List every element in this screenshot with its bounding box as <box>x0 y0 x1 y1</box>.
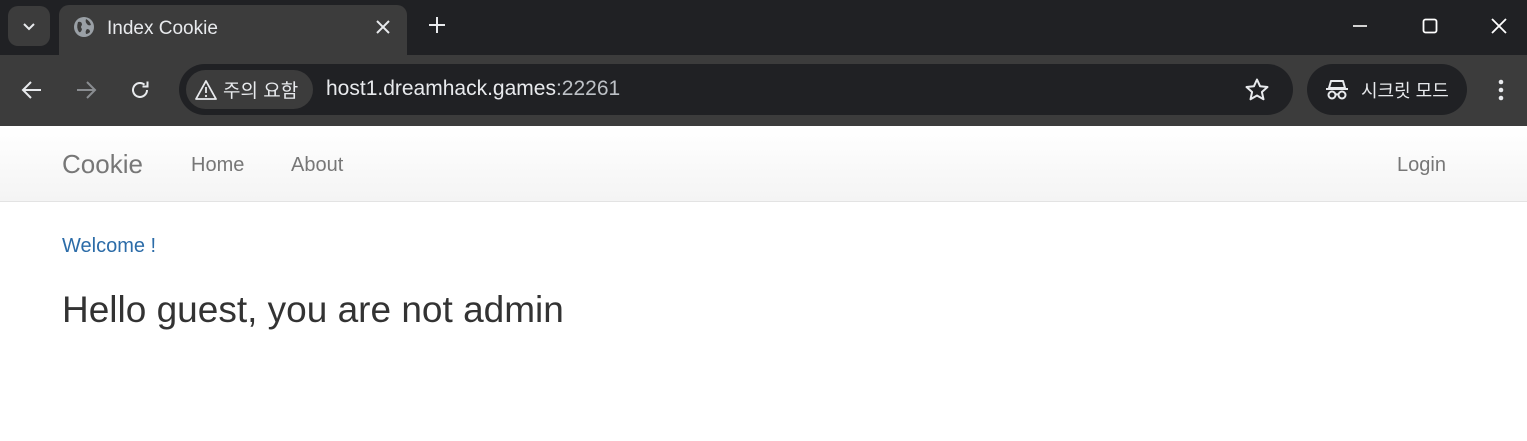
window-close-button[interactable] <box>1479 8 1519 44</box>
maximize-icon <box>1422 18 1438 34</box>
url-host: host1.dreamhack.games <box>326 77 556 100</box>
star-icon[interactable] <box>1244 77 1270 103</box>
kebab-menu-icon <box>1498 79 1504 101</box>
url-port: :22261 <box>555 77 621 100</box>
tab-search-button[interactable] <box>8 6 50 46</box>
window-close-icon <box>1491 18 1507 34</box>
globe-icon <box>74 17 94 37</box>
new-tab-button[interactable] <box>424 12 450 38</box>
incognito-label: 시크릿 모드 <box>1361 80 1449 101</box>
back-button[interactable] <box>15 73 49 107</box>
site-navbar: Cookie Home About Login <box>0 126 1527 202</box>
plus-icon <box>429 17 445 33</box>
incognito-indicator[interactable]: 시크릿 모드 <box>1307 64 1467 115</box>
minimize-button[interactable] <box>1340 8 1380 44</box>
greeting-heading: Hello guest, you are not admin <box>62 289 564 330</box>
close-icon <box>376 20 390 34</box>
security-label: 주의 요함 <box>223 81 299 102</box>
browser-toolbar: 주의 요함 host1.dreamhack.games:22261 시크릿 모드 <box>0 55 1527 126</box>
address-bar[interactable]: 주의 요함 host1.dreamhack.games:22261 <box>179 64 1293 115</box>
back-arrow-icon <box>21 81 41 99</box>
minimize-icon <box>1353 25 1367 27</box>
reload-button[interactable] <box>123 73 157 107</box>
maximize-button[interactable] <box>1410 8 1450 44</box>
tab-close-button[interactable] <box>371 15 395 39</box>
warning-icon <box>195 79 217 100</box>
browser-tab-strip: Index Cookie <box>0 0 1527 55</box>
browser-menu-button[interactable] <box>1487 75 1515 105</box>
nav-login-link[interactable]: Login <box>1397 154 1446 177</box>
welcome-message: Welcome ! <box>62 235 157 257</box>
forward-button[interactable] <box>69 73 103 107</box>
tab-search-icon <box>23 23 35 31</box>
nav-home-link[interactable]: Home <box>191 154 244 177</box>
security-indicator[interactable]: 주의 요함 <box>186 70 313 109</box>
brand-link[interactable]: Cookie <box>62 149 143 180</box>
tab-title: Index Cookie <box>107 18 218 39</box>
incognito-icon <box>1326 79 1348 99</box>
reload-icon <box>132 81 149 98</box>
forward-arrow-icon <box>77 81 97 99</box>
nav-about-link[interactable]: About <box>291 154 343 177</box>
url-text[interactable]: host1.dreamhack.games:22261 <box>326 77 620 101</box>
active-tab[interactable]: Index Cookie <box>59 5 407 55</box>
